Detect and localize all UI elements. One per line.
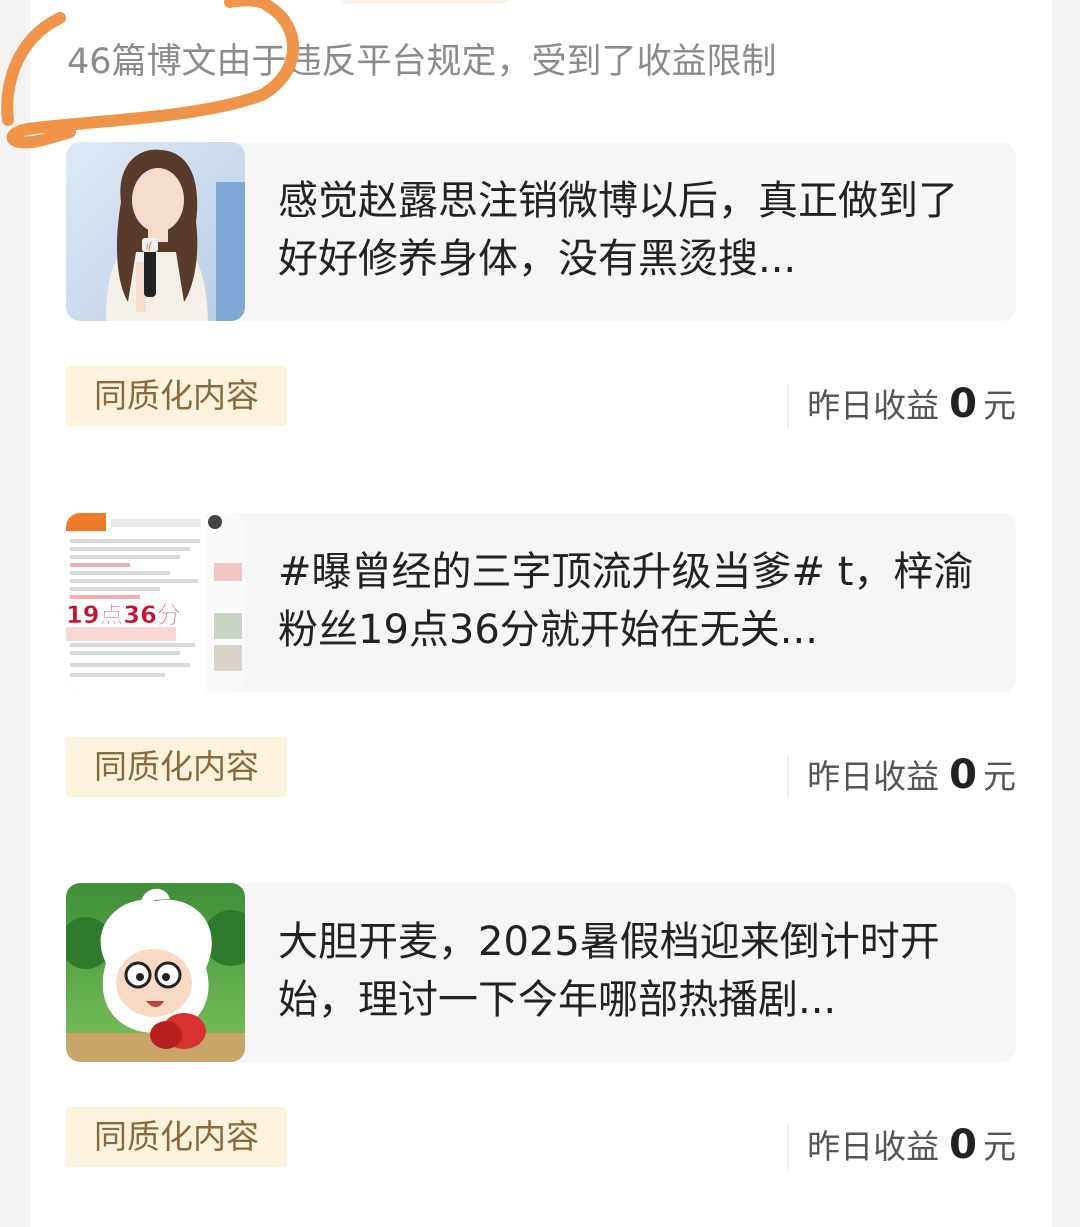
divider bbox=[787, 384, 790, 428]
divider bbox=[787, 755, 790, 799]
earnings-value: 0 bbox=[949, 381, 977, 427]
post-card[interactable]: if 感觉赵露思注销微博以后，真正做到了好好修养身体，没有黑烫搜... bbox=[66, 142, 1016, 321]
earnings-label: 昨日收益 bbox=[807, 757, 940, 796]
earnings: 昨日收益 0 元 bbox=[787, 1115, 1016, 1175]
post-title[interactable]: 大胆开麦，2025暑假档迎来倒计时开始，理讨一下今年哪部热播剧... bbox=[278, 913, 978, 1029]
earnings: 昨日收益 0 元 bbox=[787, 745, 1016, 805]
earnings-value: 0 bbox=[949, 752, 977, 798]
post-card[interactable]: 19点36分 #曝曾经的三字顶流升级当爹# t，梓渝粉丝19点36分就开始在无关… bbox=[66, 513, 1016, 692]
post-item[interactable]: 19点36分 #曝曾经的三字顶流升级当爹# t，梓渝粉丝19点36分就开始在无关… bbox=[66, 513, 1016, 816]
earnings-unit: 元 bbox=[983, 757, 1016, 796]
earnings-unit: 元 bbox=[983, 386, 1016, 425]
earnings-unit: 元 bbox=[983, 1127, 1016, 1166]
cartoon-sheep-avatar bbox=[66, 883, 245, 1062]
earnings: 昨日收益 0 元 bbox=[787, 374, 1016, 434]
divider bbox=[787, 1125, 790, 1169]
earnings-label: 昨日收益 bbox=[807, 386, 940, 425]
restriction-notice: 46篇博文由于违反平台规定，受到了收益限制 bbox=[67, 42, 777, 82]
thumb-text: 19点36分 bbox=[66, 601, 181, 629]
post-title[interactable]: 感觉赵露思注销微博以后，真正做到了好好修养身体，没有黑烫搜... bbox=[278, 172, 978, 288]
earnings-value: 0 bbox=[949, 1122, 977, 1168]
earnings-label: 昨日收益 bbox=[807, 1127, 940, 1166]
weibo-screenshot-thumbnail: 19点36分 bbox=[66, 513, 245, 692]
content-tag: 同质化内容 bbox=[66, 366, 287, 426]
woman-with-microphone-photo: if bbox=[66, 142, 245, 321]
top-pill-decoration bbox=[340, 0, 510, 4]
post-item[interactable]: 大胆开麦，2025暑假档迎来倒计时开始，理讨一下今年哪部热播剧... 同质化内容… bbox=[66, 883, 1016, 1186]
post-item[interactable]: if 感觉赵露思注销微博以后，真正做到了好好修养身体，没有黑烫搜... 同质化内… bbox=[66, 142, 1016, 445]
post-title[interactable]: #曝曾经的三字顶流升级当爹# t，梓渝粉丝19点36分就开始在无关... bbox=[278, 543, 978, 659]
content-tag: 同质化内容 bbox=[66, 737, 287, 797]
post-card[interactable]: 大胆开麦，2025暑假档迎来倒计时开始，理讨一下今年哪部热播剧... bbox=[66, 883, 1016, 1062]
content-tag: 同质化内容 bbox=[66, 1107, 287, 1167]
